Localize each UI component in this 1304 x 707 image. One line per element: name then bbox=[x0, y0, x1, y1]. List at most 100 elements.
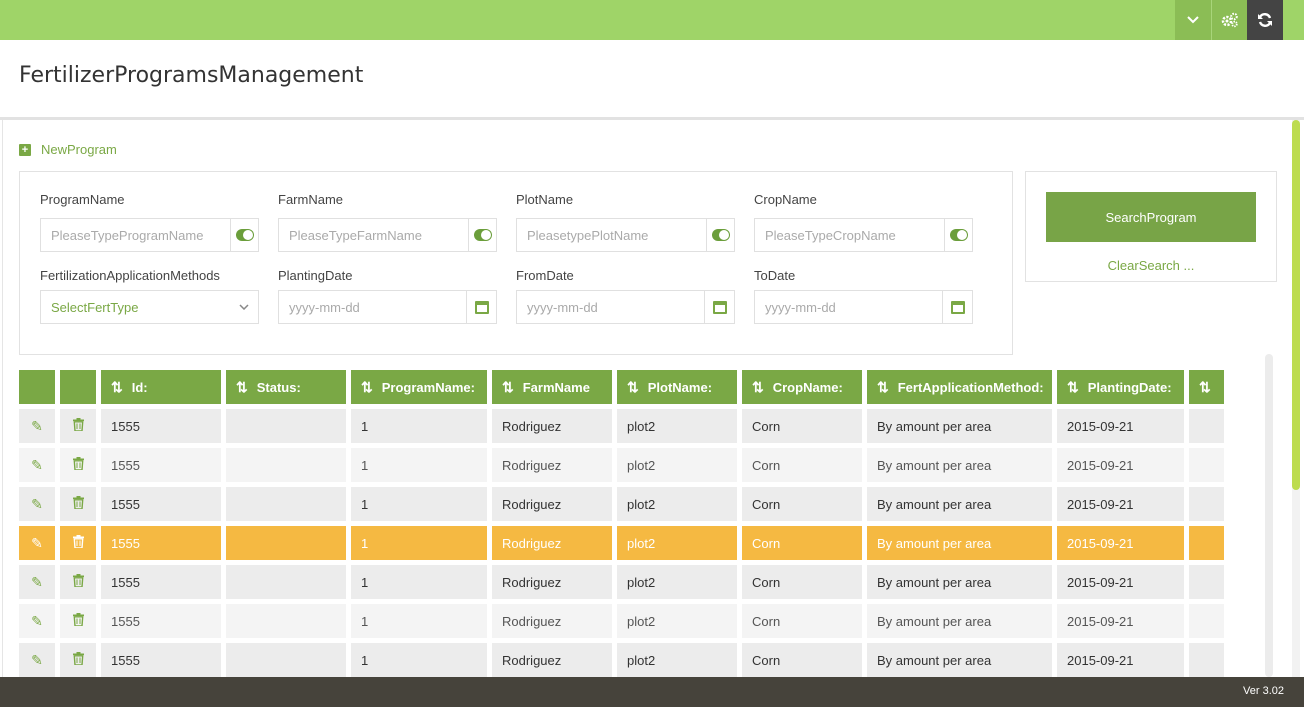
to-date-input[interactable] bbox=[755, 291, 942, 323]
column-header[interactable]: ⇅ FarmName bbox=[492, 370, 612, 404]
sort-icon[interactable]: ⇅ bbox=[236, 379, 248, 396]
edit-button[interactable]: ✎ bbox=[19, 409, 55, 443]
cell-date: 2015-09-21 bbox=[1057, 604, 1184, 638]
cell-crop: Corn bbox=[742, 526, 862, 560]
to-date-filter: ToDate bbox=[754, 268, 973, 324]
footer: Ver 3.02 bbox=[0, 677, 1304, 707]
cell-status bbox=[226, 487, 346, 521]
column-header[interactable]: ⇅ bbox=[1189, 370, 1224, 404]
edit-button[interactable]: ✎ bbox=[19, 604, 55, 638]
column-header-label: PlotName: bbox=[647, 379, 713, 395]
fert-type-select[interactable]: SelectFertType bbox=[40, 290, 259, 324]
cell-program: 1 bbox=[351, 643, 487, 677]
delete-button[interactable] bbox=[60, 565, 96, 599]
sort-icon[interactable]: ⇅ bbox=[1199, 379, 1211, 396]
cell-id: 1555 bbox=[101, 565, 221, 599]
cell-extra bbox=[1189, 409, 1224, 443]
pencil-icon: ✎ bbox=[31, 495, 43, 512]
calendar-icon[interactable] bbox=[712, 300, 727, 314]
new-program-button[interactable]: + NewProgram bbox=[19, 142, 117, 157]
program-name-input[interactable] bbox=[41, 219, 230, 251]
sort-icon[interactable]: ⇅ bbox=[627, 379, 639, 396]
cell-farm: Rodriguez bbox=[492, 409, 612, 443]
farm-name-input[interactable] bbox=[279, 219, 468, 251]
farm-name-toggle[interactable] bbox=[473, 229, 492, 241]
sort-icon[interactable]: ⇅ bbox=[502, 379, 514, 396]
plot-name-input[interactable] bbox=[517, 219, 706, 251]
page-scrollbar-thumb[interactable] bbox=[1292, 120, 1300, 490]
sort-icon[interactable]: ⇅ bbox=[361, 379, 373, 396]
cell-program: 1 bbox=[351, 526, 487, 560]
version-label: Ver 3.02 bbox=[1243, 685, 1284, 697]
header-blank-cell bbox=[19, 370, 55, 404]
gears-icon[interactable] bbox=[1211, 0, 1247, 40]
column-header[interactable]: ⇅ FertApplicationMethod: bbox=[867, 370, 1052, 404]
planting-date-input[interactable] bbox=[279, 291, 466, 323]
cell-program: 1 bbox=[351, 448, 487, 482]
calendar-icon[interactable] bbox=[474, 300, 489, 314]
column-header[interactable]: ⇅ CropName: bbox=[742, 370, 862, 404]
top-bar bbox=[0, 0, 1304, 40]
crop-name-input[interactable] bbox=[755, 219, 944, 251]
to-date-label: ToDate bbox=[754, 268, 796, 283]
clear-search-link[interactable]: ClearSearch ... bbox=[1026, 258, 1276, 273]
trash-icon bbox=[72, 613, 84, 629]
delete-button[interactable] bbox=[60, 643, 96, 677]
cell-program: 1 bbox=[351, 409, 487, 443]
fert-method-filter: FertilizationApplicationMethods SelectFe… bbox=[40, 268, 259, 324]
delete-button[interactable] bbox=[60, 487, 96, 521]
column-header-label: ProgramName: bbox=[381, 379, 475, 395]
column-header[interactable]: ⇅ PlantingDate: bbox=[1057, 370, 1184, 404]
chevron-down-icon[interactable] bbox=[1175, 0, 1211, 40]
cell-plot: plot2 bbox=[617, 643, 737, 677]
edit-button[interactable]: ✎ bbox=[19, 448, 55, 482]
sort-icon[interactable]: ⇅ bbox=[752, 379, 764, 396]
column-header[interactable]: ⇅ Id: bbox=[101, 370, 221, 404]
cell-extra bbox=[1189, 526, 1224, 560]
program-name-toggle[interactable] bbox=[235, 229, 254, 241]
plus-icon: + bbox=[19, 143, 31, 156]
table-scrollbar[interactable] bbox=[1265, 354, 1273, 677]
sort-icon[interactable]: ⇅ bbox=[111, 379, 123, 396]
from-date-filter: FromDate bbox=[516, 268, 735, 324]
edit-button[interactable]: ✎ bbox=[19, 487, 55, 521]
column-header-label: FarmName bbox=[522, 379, 590, 395]
sort-icon[interactable]: ⇅ bbox=[877, 379, 889, 396]
cell-plot: plot2 bbox=[617, 526, 737, 560]
cell-plot: plot2 bbox=[617, 604, 737, 638]
refresh-icon[interactable] bbox=[1247, 0, 1283, 40]
search-program-button[interactable]: SearchProgram bbox=[1046, 192, 1256, 242]
sort-icon[interactable]: ⇅ bbox=[1067, 379, 1079, 396]
delete-button[interactable] bbox=[60, 604, 96, 638]
pencil-icon: ✎ bbox=[31, 651, 43, 668]
cell-method: By amount per area bbox=[867, 409, 1052, 443]
column-header[interactable]: ⇅ Status: bbox=[226, 370, 346, 404]
from-date-input[interactable] bbox=[517, 291, 704, 323]
delete-button[interactable] bbox=[60, 409, 96, 443]
cell-extra bbox=[1189, 565, 1224, 599]
crop-name-toggle[interactable] bbox=[949, 229, 968, 241]
cell-plot: plot2 bbox=[617, 409, 737, 443]
crop-name-filter: CropName bbox=[754, 192, 973, 252]
page-title: FertilizerProgramsManagement bbox=[19, 63, 364, 88]
cell-crop: Corn bbox=[742, 487, 862, 521]
cell-farm: Rodriguez bbox=[492, 526, 612, 560]
edit-button[interactable]: ✎ bbox=[19, 526, 55, 560]
cell-method: By amount per area bbox=[867, 565, 1052, 599]
column-header[interactable]: ⇅ PlotName: bbox=[617, 370, 737, 404]
delete-button[interactable] bbox=[60, 448, 96, 482]
cell-id: 1555 bbox=[101, 487, 221, 521]
column-header-label: Id: bbox=[131, 379, 148, 395]
column-header-label: Status: bbox=[256, 379, 301, 395]
edit-button[interactable]: ✎ bbox=[19, 643, 55, 677]
calendar-icon[interactable] bbox=[950, 300, 965, 314]
search-panel: SearchProgram ClearSearch ... bbox=[1025, 171, 1277, 282]
pencil-icon: ✎ bbox=[31, 612, 43, 629]
column-header[interactable]: ⇅ ProgramName: bbox=[351, 370, 487, 404]
cell-status bbox=[226, 526, 346, 560]
cell-crop: Corn bbox=[742, 604, 862, 638]
plot-name-toggle[interactable] bbox=[711, 229, 730, 241]
edit-button[interactable]: ✎ bbox=[19, 565, 55, 599]
delete-button[interactable] bbox=[60, 526, 96, 560]
cell-farm: Rodriguez bbox=[492, 487, 612, 521]
